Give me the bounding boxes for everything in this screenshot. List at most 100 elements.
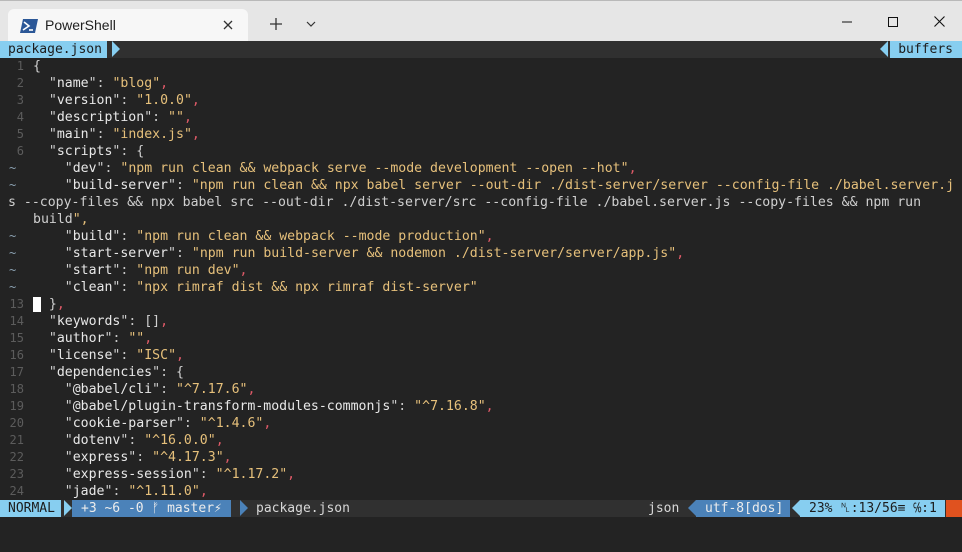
code-line: 16 "license": "ISC",: [0, 347, 962, 364]
line-number: ~: [9, 263, 17, 277]
code-text: "main": "index.js",: [48, 127, 200, 142]
code-text: "clean": "npx rimraf dist && npx rimraf …: [64, 280, 478, 295]
code-line: ~ "start-server": "npm run build-server …: [0, 245, 962, 262]
line-number: 20: [9, 416, 24, 430]
line-number: 5: [16, 127, 24, 141]
code-line: ~ "build-server": "npm run clean && npx …: [0, 177, 962, 194]
line-number: ~: [9, 229, 17, 243]
code-line: 1{: [0, 58, 962, 75]
text-cursor: [33, 297, 41, 312]
code-line: 17 "dependencies": {: [0, 364, 962, 381]
status-position: 23% ␤:13/56≡ ℅:1: [800, 500, 945, 517]
code-text: s --copy-files && npx babel src --out-di…: [8, 195, 922, 210]
code-line: 23 "express-session": "^1.17.2",: [0, 466, 962, 483]
code-text: "express": "^4.17.3",: [64, 450, 232, 465]
line-number: 14: [9, 314, 24, 328]
command-line[interactable]: [0, 517, 962, 552]
code-text: "license": "ISC",: [48, 348, 184, 363]
editor-buffer[interactable]: 1{2 "name": "blog", 3 "version": "1.0.0",…: [0, 58, 962, 500]
code-text: {: [33, 59, 41, 74]
code-text: "start-server": "npm run build-server &&…: [64, 246, 685, 261]
code-text: "version": "1.0.0",: [48, 93, 200, 108]
tabline-separator: [112, 41, 120, 57]
code-line: ~ "build": "npm run clean && webpack --m…: [0, 228, 962, 245]
code-line: s --copy-files && npx babel src --out-di…: [0, 194, 962, 211]
code-line: 14 "keywords": [],: [0, 313, 962, 330]
code-text: "@babel/cli": "^7.17.6",: [64, 382, 256, 397]
status-separator: [792, 500, 800, 516]
code-text: "express-session": "^1.17.2",: [64, 467, 296, 482]
code-line: 19 "@babel/plugin-transform-modules-comm…: [0, 398, 962, 415]
line-number: ~: [9, 246, 17, 260]
chevron-down-icon[interactable]: [298, 10, 324, 38]
vim-statusline: NORMAL +3 ~6 -0 ᚠ master⚡ package.json j…: [0, 500, 962, 517]
tabline-buffers[interactable]: buffers: [890, 41, 962, 58]
code-line: 4 "description": "",: [0, 109, 962, 126]
code-line: ~ "clean": "npx rimraf dist && npx rimra…: [0, 279, 962, 296]
line-number: ~: [9, 280, 17, 294]
line-number: 17: [9, 365, 24, 379]
line-number: 13: [9, 297, 24, 311]
code-line: 6 "scripts": {: [0, 143, 962, 160]
status-filename: package.json: [256, 501, 350, 516]
buffers-separator: [880, 41, 888, 57]
line-number: 18: [9, 382, 24, 396]
code-text: "scripts": {: [48, 144, 145, 159]
line-number: 16: [9, 348, 24, 362]
code-text: "@babel/plugin-transform-modules-commonj…: [64, 399, 494, 414]
status-encoding: utf-8[dos]: [696, 500, 791, 517]
code-line: 13 },: [0, 296, 962, 313]
line-number: 21: [9, 433, 24, 447]
maximize-icon[interactable]: [870, 1, 916, 42]
code-text: "keywords": [],: [48, 314, 169, 329]
mode-indicator: NORMAL: [0, 500, 61, 517]
minimize-icon[interactable]: [824, 1, 870, 42]
status-filetype: json: [648, 501, 680, 516]
line-number: 23: [9, 467, 24, 481]
code-line: build",: [0, 211, 962, 228]
code-text: "name": "blog",: [48, 76, 169, 91]
tab-title: PowerShell: [45, 17, 116, 33]
code-line: 21 "dotenv": "^16.0.0",: [0, 432, 962, 449]
code-text: "author": "",: [48, 331, 153, 346]
code-line: 3 "version": "1.0.0",: [0, 92, 962, 109]
line-number: 24: [9, 484, 24, 498]
code-text: "dev": "npm run clean && webpack serve -…: [64, 161, 637, 176]
vim-tabline: package.json buffers: [0, 41, 962, 58]
code-text: build",: [33, 212, 89, 227]
line-number: 3: [16, 93, 24, 107]
git-status: +3 ~6 -0 ᚠ master⚡: [72, 500, 231, 517]
tab-powershell[interactable]: PowerShell: [8, 9, 248, 42]
code-line: ~ "dev": "npm run clean && webpack serve…: [0, 160, 962, 177]
code-text: "dotenv": "^16.0.0",: [64, 433, 224, 448]
warning-indicator: [946, 500, 962, 517]
line-number: 19: [9, 399, 24, 413]
tabline-file[interactable]: package.json: [0, 41, 107, 58]
line-number: 1: [16, 59, 24, 73]
powershell-icon: [20, 18, 38, 33]
code-line: 24 "jade": "^1.11.0",: [0, 483, 962, 500]
status-separator: [64, 500, 72, 516]
code-line: 18 "@babel/cli": "^7.17.6",: [0, 381, 962, 398]
close-window-icon[interactable]: [916, 1, 962, 42]
status-separator: [688, 500, 696, 516]
line-number: 2: [16, 76, 24, 90]
code-line: 5 "main": "index.js",: [0, 126, 962, 143]
window-titlebar: PowerShell: [0, 0, 962, 42]
code-text: "dependencies": {: [48, 365, 184, 380]
code-text: "cookie-parser": "^1.4.6",: [64, 416, 272, 431]
code-line: 15 "author": "",: [0, 330, 962, 347]
new-tab-button[interactable]: [262, 10, 290, 38]
line-number: 4: [16, 110, 24, 124]
close-tab-icon[interactable]: [217, 14, 239, 36]
code-line: 22 "express": "^4.17.3",: [0, 449, 962, 466]
line-number: 22: [9, 450, 24, 464]
line-number: ~: [9, 161, 17, 175]
code-text: "jade": "^1.11.0",: [64, 484, 208, 499]
line-number: 15: [9, 331, 24, 345]
code-text: "start": "npm run dev",: [64, 263, 248, 278]
code-text: "build": "npm run clean && webpack --mod…: [64, 229, 494, 244]
code-text: "description": "",: [48, 110, 192, 125]
code-line: 2 "name": "blog",: [0, 75, 962, 92]
code-line: ~ "start": "npm run dev",: [0, 262, 962, 279]
